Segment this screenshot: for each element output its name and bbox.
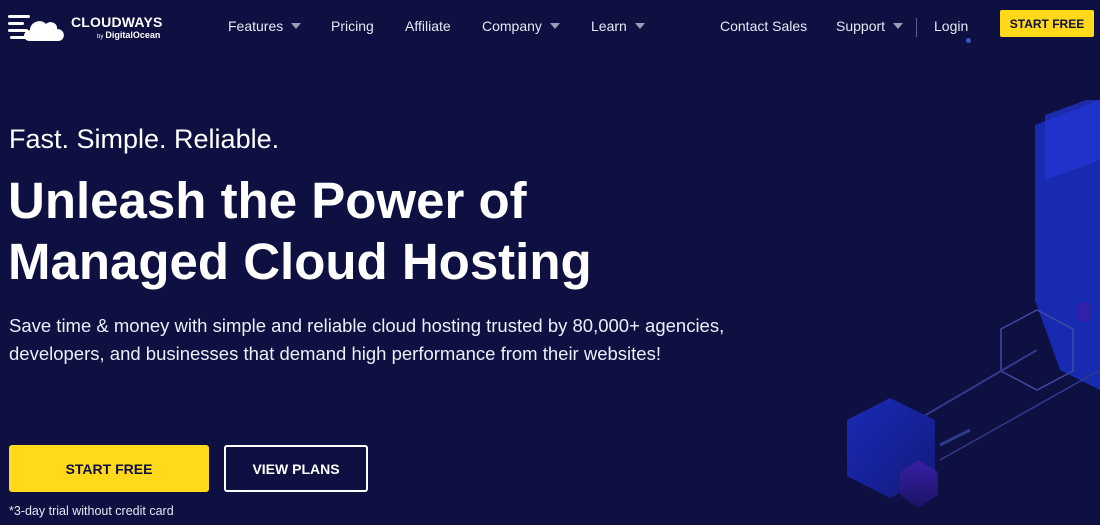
view-plans-button[interactable]: VIEW PLANS [224,445,368,492]
chevron-down-icon [549,23,560,29]
hero-headline-line2: Managed Cloud Hosting [8,233,592,290]
decor-line [939,428,971,447]
nav-item-label: Company [482,18,542,34]
brand-name: CLOUDWAYS [71,14,163,30]
start-free-button[interactable]: START FREE [9,445,209,492]
nav-item-features[interactable]: Features [228,18,302,34]
cloudways-logo[interactable]: CLOUDWAYS by DigitalOcean [8,11,178,45]
nav-item-company[interactable]: Company [482,18,560,34]
top-navigation: CLOUDWAYS by DigitalOcean Features Pricin… [0,0,1100,56]
login-indicator-dot [966,38,971,43]
chevron-down-icon [291,23,302,29]
nav-item-learn[interactable]: Learn [591,18,645,34]
nav-item-label: Support [836,18,886,34]
cloudways-logo-icon [8,15,64,41]
brand-byline: by DigitalOcean [97,30,160,40]
nav-divider [916,18,917,37]
contact-sales-link[interactable]: Contact Sales [720,18,807,34]
nav-item-label: Learn [591,18,627,34]
nav-item-label: Affiliate [405,18,451,34]
decor-blob [1077,302,1091,322]
chevron-down-icon [634,23,645,29]
chevron-down-icon [893,23,904,29]
login-link[interactable]: Login [934,18,968,34]
hero-headline: Unleash the Power of Managed Cloud Hosti… [8,170,728,292]
brand-parent: DigitalOcean [105,30,161,40]
trial-note: *3-day trial without credit card [9,504,174,518]
nav-item-support[interactable]: Support [836,18,904,34]
start-free-nav-button[interactable]: START FREE [1000,10,1094,37]
hero-decoration-graphic [847,100,1100,508]
nav-item-label: Pricing [331,18,374,34]
brand-by: by [97,34,104,40]
nav-item-label: Features [228,18,284,34]
hero-description: Save time & money with simple and reliab… [9,315,725,364]
hero-headline-line1: Unleash the Power of [8,172,527,229]
hero-tagline: Fast. Simple. Reliable. [9,124,280,154]
nav-item-pricing[interactable]: Pricing [331,18,374,34]
decor-line [939,369,1100,461]
nav-item-affiliate[interactable]: Affiliate [405,18,451,34]
